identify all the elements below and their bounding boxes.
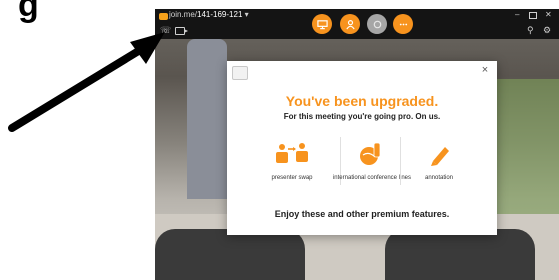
record-icon (373, 20, 381, 28)
maximize-button[interactable] (529, 12, 537, 19)
chevron-down-icon: ▾ (244, 10, 249, 19)
background-person (187, 39, 227, 199)
minimize-button[interactable]: – (515, 10, 519, 19)
people-button[interactable] (340, 14, 360, 34)
screen-share-button[interactable] (312, 14, 332, 34)
heading-fragment: g (0, 0, 160, 40)
pencil-icon (431, 147, 449, 166)
dialog-close-button[interactable]: × (479, 64, 491, 76)
feature-presenter-swap: presenter swap (252, 133, 332, 203)
person-icon (345, 19, 355, 29)
upgrade-dialog: × You've been upgraded. For this meeting… (227, 61, 497, 235)
dialog-subline: For this meeting you're going pro. On us… (283, 112, 441, 121)
record-button[interactable] (367, 14, 387, 34)
join-me-logo-icon (159, 13, 168, 20)
window-close-button[interactable]: ✕ (545, 10, 552, 19)
dialog-footer: Enjoy these and other premium features. (274, 209, 450, 219)
participants-icon[interactable]: ⚲ (527, 25, 537, 35)
feature-label: annotation (424, 175, 454, 181)
monitor-icon (316, 19, 328, 29)
meeting-url-prefix: join.me/ (169, 10, 198, 19)
camera-icon[interactable] (175, 27, 188, 35)
more-button[interactable] (393, 14, 413, 34)
background-chair-left (155, 229, 305, 280)
meeting-url[interactable]: join.me/141-169-121 ▾ (169, 10, 249, 19)
background-chair-right (385, 229, 535, 280)
globe-phone-icon (360, 142, 381, 165)
phone-icon[interactable]: ☏ (160, 25, 171, 35)
presenter-swap-icon (276, 143, 308, 163)
title-bar: join.me/141-169-121 ▾ ☏ – ✕ ⚲ ⚙ (155, 9, 559, 39)
dialog-app-icon (232, 66, 248, 80)
meeting-id: 141-169-121 (197, 10, 243, 19)
heading-text: g (18, 0, 39, 24)
settings-icon[interactable]: ⚙ (543, 25, 553, 35)
dialog-headline: You've been upgraded. (285, 93, 439, 109)
feature-annotation: annotation (399, 133, 479, 203)
feature-label: presenter swap (271, 175, 313, 181)
more-dots-icon (399, 23, 407, 25)
